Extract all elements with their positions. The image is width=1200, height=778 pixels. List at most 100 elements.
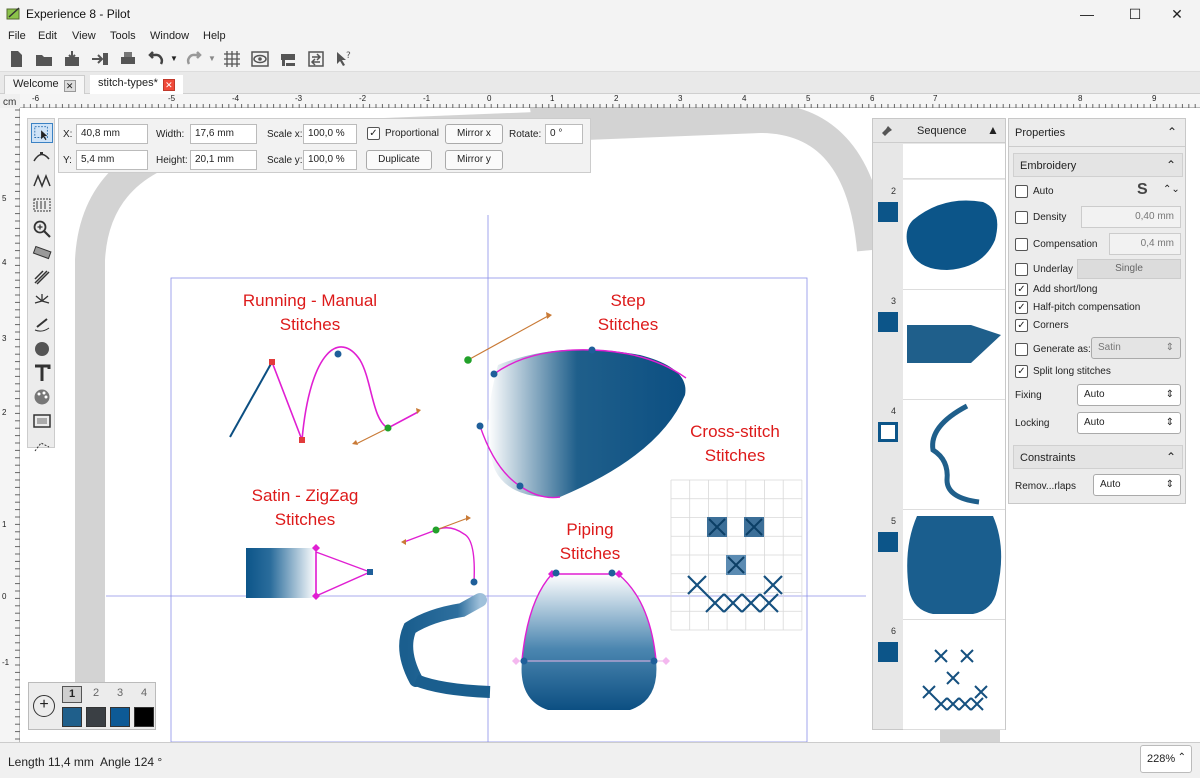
print-icon[interactable] (118, 49, 138, 69)
sequence-item[interactable]: 5 (873, 510, 1005, 620)
star-stitch-tool-icon[interactable] (31, 291, 53, 311)
satin-tool-icon[interactable] (31, 195, 53, 215)
generate-as-checkbox[interactable] (1015, 343, 1028, 356)
menu-tools[interactable]: Tools (110, 30, 136, 42)
auto-checkbox[interactable] (1015, 185, 1028, 198)
open-folder-icon[interactable] (34, 49, 54, 69)
scale-x-input[interactable]: 100,0 % (303, 124, 357, 144)
redo-dropdown-icon[interactable]: ▼ (208, 54, 216, 63)
underlay-checkbox[interactable] (1015, 263, 1028, 276)
satin-curve-object[interactable] (399, 515, 491, 698)
sequence-color-swatch[interactable] (878, 312, 898, 332)
sequence-collapse-icon[interactable]: ▲ (987, 123, 999, 137)
palette-tab-3[interactable]: 3 (110, 687, 130, 699)
menu-help[interactable]: Help (203, 30, 226, 42)
hand-stitch-tool-icon[interactable] (31, 315, 53, 335)
sequence-item-partial[interactable] (903, 144, 1005, 179)
export-icon[interactable] (90, 49, 110, 69)
close-button[interactable]: ✕ (1154, 0, 1200, 28)
measure-tool-icon[interactable] (31, 243, 53, 263)
y-input[interactable]: 5,4 mm (76, 150, 148, 170)
new-file-icon[interactable] (6, 49, 26, 69)
sequence-color-swatch[interactable] (878, 642, 898, 662)
sequence-color-swatch[interactable] (878, 422, 898, 442)
tab-stitch-types-close-icon[interactable]: ✕ (162, 79, 175, 91)
node-edit-tool-icon[interactable] (31, 147, 53, 167)
sequence-item[interactable]: 2 (873, 180, 1005, 290)
zoom-selector[interactable]: 228% ⌃ (1140, 745, 1192, 773)
pin-icon[interactable] (879, 125, 893, 137)
zoom-tool-icon[interactable] (31, 219, 53, 239)
menu-file[interactable]: File (8, 30, 26, 42)
stitch-direction-icon[interactable]: S (1137, 181, 1148, 199)
generate-as-select[interactable]: Satin ⇕ (1091, 337, 1181, 359)
menu-edit[interactable]: Edit (38, 30, 57, 42)
stitch-direction-spinner-icon[interactable]: ⌃⌄ (1163, 184, 1180, 195)
preview-icon[interactable] (250, 49, 270, 69)
add-short-long-checkbox[interactable]: ✓ (1015, 283, 1028, 296)
rotate-input[interactable]: 0 ° (545, 124, 583, 144)
step-stitch-object[interactable] (464, 312, 687, 499)
mirror-x-button[interactable]: Mirror x (445, 124, 503, 144)
sequence-item[interactable]: 6 (873, 620, 1005, 730)
palette-color-swatch[interactable] (134, 707, 154, 727)
mirror-y-button[interactable]: Mirror y (445, 150, 503, 170)
tab-stitch-types[interactable]: stitch-types* ✕ (90, 75, 183, 94)
half-pitch-checkbox[interactable]: ✓ (1015, 301, 1028, 314)
palette-color-swatch[interactable] (110, 707, 130, 727)
constraints-collapse-icon[interactable]: ⌃ (1166, 450, 1176, 464)
locking-select[interactable]: Auto ⇕ (1077, 412, 1181, 434)
split-long-checkbox[interactable]: ✓ (1015, 365, 1028, 378)
height-input[interactable]: 20,1 mm (190, 150, 257, 170)
density-checkbox[interactable] (1015, 211, 1028, 224)
path-tool-icon[interactable] (31, 435, 53, 455)
text-tool-icon[interactable] (31, 363, 53, 383)
fixing-select[interactable]: Auto ⇕ (1077, 384, 1181, 406)
machine-icon[interactable] (278, 49, 298, 69)
sequence-color-swatch[interactable] (878, 202, 898, 222)
menu-view[interactable]: View (72, 30, 96, 42)
undo-icon[interactable] (146, 49, 166, 69)
tab-welcome[interactable]: Welcome ✕ (4, 75, 85, 94)
grid-icon[interactable] (222, 49, 242, 69)
redo-icon[interactable] (184, 49, 204, 69)
width-input[interactable]: 17,6 mm (190, 124, 257, 144)
density-input[interactable]: 0,40 mm (1081, 206, 1181, 228)
embroidery-section-header[interactable]: Embroidery ⌃ (1013, 153, 1183, 177)
undo-dropdown-icon[interactable]: ▼ (170, 54, 178, 63)
palette-color-swatch[interactable] (62, 707, 82, 727)
running-stitch-object[interactable] (229, 346, 421, 445)
maximize-button[interactable]: ☐ (1112, 0, 1158, 28)
embroidery-collapse-icon[interactable]: ⌃ (1166, 158, 1176, 172)
sequence-color-swatch[interactable] (878, 532, 898, 552)
add-color-button[interactable]: + (33, 695, 55, 717)
select-tool-icon[interactable] (31, 123, 53, 143)
minimize-button[interactable]: — (1064, 0, 1110, 28)
duplicate-button[interactable]: Duplicate (366, 150, 432, 170)
compensation-checkbox[interactable] (1015, 238, 1028, 251)
menu-window[interactable]: Window (150, 30, 189, 42)
piping-stitch-object[interactable] (512, 569, 670, 711)
compensation-input[interactable]: 0,4 mm (1109, 233, 1181, 255)
tab-welcome-close-icon[interactable]: ✕ (63, 80, 76, 92)
fill-stitch-tool-icon[interactable] (31, 267, 53, 287)
proportional-checkbox[interactable]: ✓ (367, 127, 380, 140)
running-stitch-tool-icon[interactable] (31, 171, 53, 191)
constraints-section-header[interactable]: Constraints ⌃ (1013, 445, 1183, 469)
palette-tab-1[interactable]: 1 (62, 686, 82, 703)
circle-tool-icon[interactable] (31, 339, 53, 359)
satin-stitch-object[interactable] (246, 544, 373, 600)
palette-tab-2[interactable]: 2 (86, 687, 106, 699)
applique-tool-icon[interactable] (31, 411, 53, 431)
color-palette-tool-icon[interactable] (31, 387, 53, 407)
remove-overlaps-select[interactable]: Auto ⇕ (1093, 474, 1181, 496)
scale-y-input[interactable]: 100,0 % (303, 150, 357, 170)
corners-checkbox[interactable]: ✓ (1015, 319, 1028, 332)
help-pointer-icon[interactable]: ? (334, 49, 354, 69)
properties-collapse-icon[interactable]: ⌃ (1167, 125, 1177, 139)
underlay-toggle[interactable]: Single (1077, 259, 1181, 279)
sequence-item[interactable]: 4 (873, 400, 1005, 510)
palette-tab-4[interactable]: 4 (134, 687, 154, 699)
sequence-item[interactable]: 3 (873, 290, 1005, 400)
save-icon[interactable] (62, 49, 82, 69)
